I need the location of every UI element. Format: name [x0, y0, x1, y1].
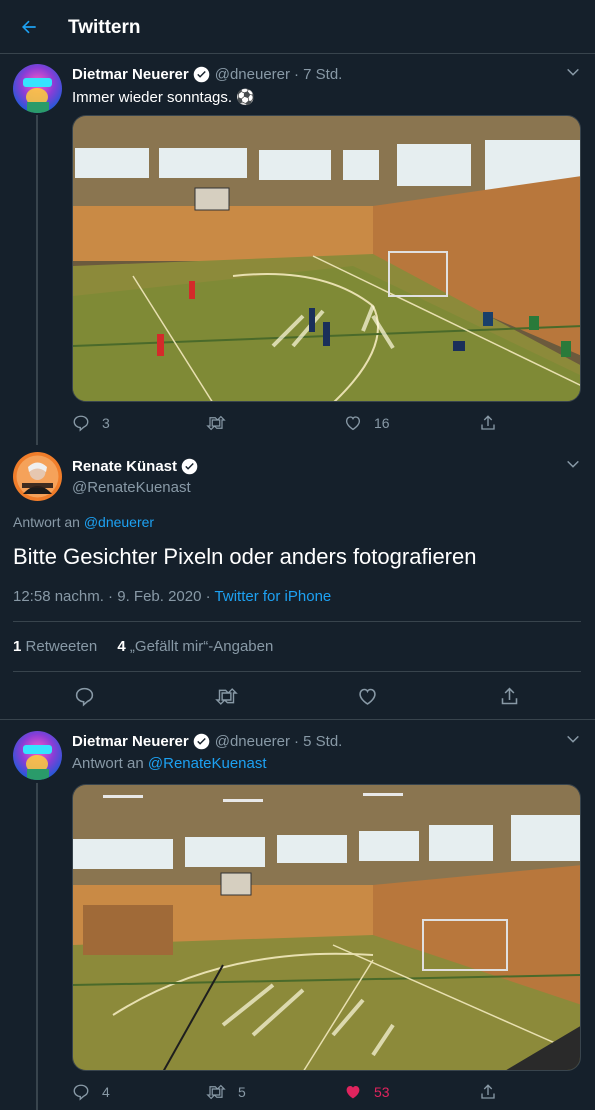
main-tweet-text: Bitte Gesichter Pixeln oder anders fotog…	[13, 544, 477, 569]
retweet-stat-label: Retweeten	[25, 638, 98, 655]
reply-context: Antwort an @dneuerer	[13, 514, 154, 530]
verified-badge-icon	[181, 458, 198, 475]
like-count: 16	[374, 415, 390, 431]
retweets-stat[interactable]: 1 Retweeten	[13, 638, 97, 655]
reply-button[interactable]: 4	[72, 1083, 110, 1101]
like-total: 4	[117, 638, 126, 655]
author-name[interactable]: Dietmar Neuerer	[72, 66, 189, 83]
chevron-down-icon	[567, 735, 579, 743]
tweet-actions: 3 16	[72, 414, 581, 434]
heart-filled-icon	[346, 1086, 360, 1099]
like-count: 53	[374, 1084, 390, 1100]
share-icon	[481, 415, 495, 430]
retweet-button[interactable]	[215, 686, 238, 707]
reply-to-link[interactable]: @dneuerer	[84, 514, 154, 530]
tweet-meta: 12:58 nachm. · 9. Feb. 2020 · Twitter fo…	[13, 588, 331, 605]
retweet-icon	[215, 688, 238, 705]
retweet-count: 5	[238, 1084, 246, 1100]
tweet-time[interactable]: · 7 Std.	[294, 66, 342, 83]
reply-button[interactable]: 3	[72, 414, 110, 432]
more-options-button[interactable]	[565, 456, 581, 472]
author-handle[interactable]: @dneuerer	[215, 733, 290, 750]
reply-prefix: Antwort an	[72, 755, 144, 772]
tweet-image[interactable]	[72, 784, 581, 1071]
author-handle[interactable]: @dneuerer	[215, 66, 290, 83]
tweet-time[interactable]: · 5 Std.	[294, 733, 342, 750]
more-options-button[interactable]	[565, 64, 581, 80]
chevron-down-icon	[567, 460, 579, 468]
reply-count: 3	[102, 415, 110, 431]
share-button[interactable]	[479, 414, 497, 432]
author-name[interactable]: Renate Künast	[72, 458, 177, 475]
heart-icon	[345, 416, 361, 431]
share-icon	[501, 687, 518, 705]
chevron-down-icon	[567, 68, 579, 76]
tweet-stats: 1 Retweeten 4 „Gefällt mir“-Angaben	[13, 638, 273, 655]
tweet-image[interactable]	[72, 115, 581, 402]
share-button[interactable]	[479, 1083, 497, 1101]
retweet-button[interactable]: 5	[206, 1083, 246, 1101]
page-title: Twittern	[68, 17, 141, 38]
like-button-liked[interactable]: 53	[344, 1083, 390, 1101]
divider	[13, 621, 581, 622]
avatar[interactable]	[13, 64, 62, 113]
reply-icon	[75, 687, 94, 707]
reply-icon	[73, 1084, 89, 1101]
divider	[0, 719, 595, 720]
reply-icon	[73, 415, 89, 432]
main-tweet-actions	[74, 686, 534, 708]
tweet-source[interactable]: Twitter for iPhone	[215, 588, 332, 605]
reply-context: Antwort an @RenateKuenast	[72, 755, 267, 772]
verified-badge-icon	[193, 733, 210, 750]
thread-line	[36, 115, 38, 445]
more-options-button[interactable]	[565, 731, 581, 747]
reply-prefix: Antwort an	[13, 514, 80, 530]
thread-line	[36, 783, 38, 1110]
share-button[interactable]	[499, 686, 520, 707]
author-name[interactable]: Dietmar Neuerer	[72, 733, 189, 750]
back-arrow-icon	[22, 20, 36, 34]
reply-count: 4	[102, 1084, 110, 1100]
like-stat-label: „Gefällt mir“-Angaben	[129, 638, 274, 655]
like-button[interactable]: 16	[344, 414, 390, 432]
reply-to-link[interactable]: @RenateKuenast	[148, 755, 267, 772]
like-button[interactable]	[357, 686, 378, 707]
top-bar: Twittern	[0, 0, 595, 54]
tweet-timestamp[interactable]: 12:58 nachm. · 9. Feb. 2020 ·	[13, 588, 211, 605]
retweet-icon	[206, 415, 226, 431]
reply-button[interactable]	[74, 686, 95, 707]
author-handle[interactable]: @RenateKuenast	[72, 479, 191, 496]
retweet-button[interactable]	[206, 414, 238, 432]
back-button[interactable]	[16, 14, 42, 40]
heart-icon	[359, 688, 376, 705]
avatar[interactable]	[13, 731, 62, 780]
divider	[13, 671, 581, 672]
verified-badge-icon	[193, 66, 210, 83]
retweet-total: 1	[13, 638, 22, 655]
retweet-icon	[206, 1084, 226, 1100]
tweet-actions: 4 5 53	[72, 1083, 581, 1103]
tweet-text: Immer wieder sonntags. ⚽	[72, 89, 255, 106]
avatar[interactable]	[13, 452, 62, 501]
likes-stat[interactable]: 4 „Gefällt mir“-Angaben	[117, 638, 273, 655]
share-icon	[481, 1084, 495, 1099]
